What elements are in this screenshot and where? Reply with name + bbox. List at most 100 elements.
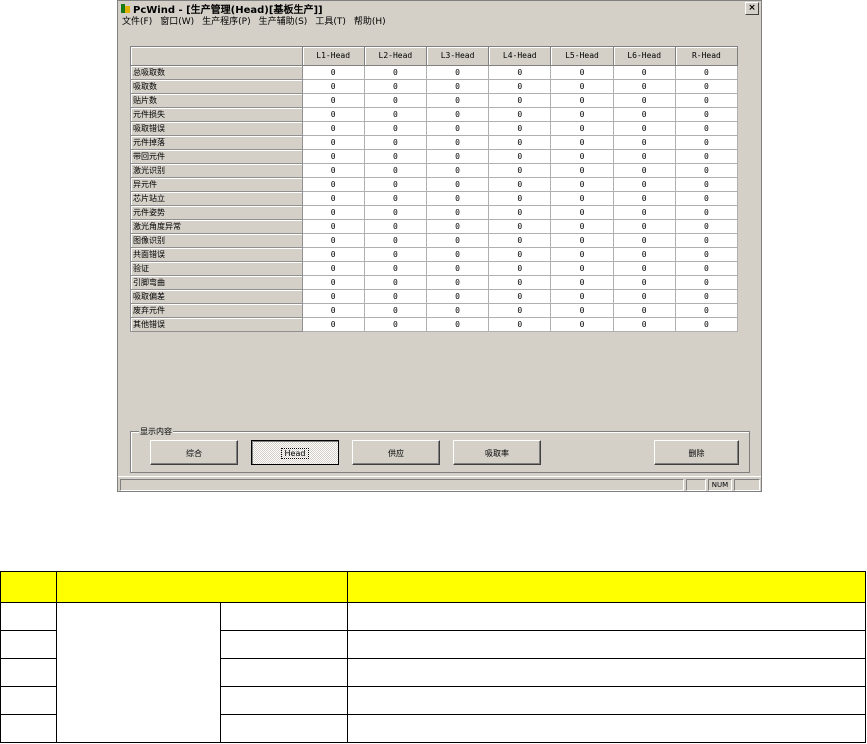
grid-cell[interactable]: 0 xyxy=(612,219,676,234)
grid-cell[interactable]: 0 xyxy=(488,177,552,192)
row-header[interactable]: 吸取偏差 xyxy=(130,289,303,304)
column-header-l3-head[interactable]: L3-Head xyxy=(425,46,490,66)
head-button[interactable]: Head xyxy=(251,440,339,465)
grid-row[interactable]: 贴片数 0 0 0 0 0 0 0 xyxy=(130,93,739,108)
grid-cell[interactable]: 0 xyxy=(612,191,676,206)
grid-cell[interactable]: 0 xyxy=(488,247,552,262)
menu-production-assist[interactable]: 生产辅助(S) xyxy=(255,16,312,29)
grid-cell[interactable]: 0 xyxy=(301,163,365,178)
grid-cell[interactable]: 0 xyxy=(550,121,614,136)
grid-cell[interactable]: 0 xyxy=(612,205,676,220)
grid-cell[interactable]: 0 xyxy=(550,205,614,220)
grid-cell[interactable]: 0 xyxy=(674,303,739,318)
grid-cell[interactable]: 0 xyxy=(674,163,739,178)
grid-cell[interactable]: 0 xyxy=(363,303,427,318)
grid-cell[interactable]: 0 xyxy=(301,65,365,80)
grid-cell[interactable]: 0 xyxy=(674,191,739,206)
column-header-l2-head[interactable]: L2-Head xyxy=(363,46,427,66)
grid-cell[interactable]: 0 xyxy=(612,107,676,122)
grid-cell[interactable]: 0 xyxy=(550,149,614,164)
grid-cell[interactable]: 0 xyxy=(550,289,614,304)
grid-cell[interactable]: 0 xyxy=(301,261,365,276)
grid-cell[interactable]: 0 xyxy=(363,275,427,290)
grid-cell[interactable]: 0 xyxy=(674,205,739,220)
grid-row[interactable]: 带回元件 0 0 0 0 0 0 0 xyxy=(130,149,739,164)
grid-cell[interactable]: 0 xyxy=(425,65,490,80)
grid-cell[interactable]: 0 xyxy=(674,261,739,276)
row-header[interactable]: 芯片站立 xyxy=(130,191,303,206)
grid-cell[interactable]: 0 xyxy=(550,163,614,178)
grid-cell[interactable]: 0 xyxy=(301,79,365,94)
grid-cell[interactable]: 0 xyxy=(488,289,552,304)
grid-cell[interactable]: 0 xyxy=(674,107,739,122)
grid-cell[interactable]: 0 xyxy=(488,219,552,234)
grid-row[interactable]: 总吸取数 0 0 0 0 0 0 0 xyxy=(130,65,739,80)
grid-cell[interactable]: 0 xyxy=(612,135,676,150)
grid-cell[interactable]: 0 xyxy=(674,177,739,192)
grid-cell[interactable]: 0 xyxy=(550,247,614,262)
column-header-l1-head[interactable]: L1-Head xyxy=(301,46,365,66)
grid-cell[interactable]: 0 xyxy=(488,107,552,122)
column-header-r-head[interactable]: R-Head xyxy=(674,46,739,66)
grid-cell[interactable]: 0 xyxy=(301,177,365,192)
grid-cell[interactable]: 0 xyxy=(363,233,427,248)
title-bar[interactable]: PcWind - [生产管理(Head)[基板生产]] × xyxy=(118,1,761,16)
grid-cell[interactable]: 0 xyxy=(612,275,676,290)
row-header[interactable]: 共面错误 xyxy=(130,247,303,262)
grid-row[interactable]: 异元件 0 0 0 0 0 0 0 xyxy=(130,177,739,192)
grid-cell[interactable]: 0 xyxy=(550,107,614,122)
column-header-l4-head[interactable]: L4-Head xyxy=(488,46,552,66)
menu-file[interactable]: 文件(F) xyxy=(118,16,156,29)
grid-cell[interactable]: 0 xyxy=(301,233,365,248)
grid-cell[interactable]: 0 xyxy=(301,247,365,262)
supply-button[interactable]: 供应 xyxy=(352,440,440,465)
grid-cell[interactable]: 0 xyxy=(488,163,552,178)
row-header[interactable]: 其他错误 xyxy=(130,317,303,332)
grid-row[interactable]: 共面错误 0 0 0 0 0 0 0 xyxy=(130,247,739,262)
grid-cell[interactable]: 0 xyxy=(363,149,427,164)
grid-cell[interactable]: 0 xyxy=(550,79,614,94)
grid-cell[interactable]: 0 xyxy=(425,261,490,276)
grid-cell[interactable]: 0 xyxy=(612,93,676,108)
summary-button[interactable]: 综合 xyxy=(150,440,238,465)
grid-cell[interactable]: 0 xyxy=(425,149,490,164)
grid-cell[interactable]: 0 xyxy=(674,219,739,234)
grid-cell[interactable]: 0 xyxy=(674,247,739,262)
grid-cell[interactable]: 0 xyxy=(550,219,614,234)
grid-cell[interactable]: 0 xyxy=(301,121,365,136)
menu-help[interactable]: 帮助(H) xyxy=(350,16,390,29)
grid-cell[interactable]: 0 xyxy=(425,107,490,122)
grid-cell[interactable]: 0 xyxy=(363,135,427,150)
grid-cell[interactable]: 0 xyxy=(363,121,427,136)
grid-cell[interactable]: 0 xyxy=(612,317,676,332)
grid-cell[interactable]: 0 xyxy=(301,275,365,290)
grid-cell[interactable]: 0 xyxy=(363,261,427,276)
row-header[interactable]: 元件姿势 xyxy=(130,205,303,220)
grid-cell[interactable]: 0 xyxy=(425,219,490,234)
grid-cell[interactable]: 0 xyxy=(488,317,552,332)
grid-cell[interactable]: 0 xyxy=(363,107,427,122)
grid-cell[interactable]: 0 xyxy=(612,79,676,94)
grid-cell[interactable]: 0 xyxy=(674,317,739,332)
grid-cell[interactable]: 0 xyxy=(363,289,427,304)
grid-cell[interactable]: 0 xyxy=(363,65,427,80)
grid-cell[interactable]: 0 xyxy=(550,233,614,248)
grid-cell[interactable]: 0 xyxy=(674,65,739,80)
grid-cell[interactable]: 0 xyxy=(425,233,490,248)
grid-cell[interactable]: 0 xyxy=(488,261,552,276)
grid-cell[interactable]: 0 xyxy=(488,233,552,248)
grid-row[interactable]: 激光角度异常 0 0 0 0 0 0 0 xyxy=(130,219,739,234)
row-header[interactable]: 图像识别 xyxy=(130,233,303,248)
grid-cell[interactable]: 0 xyxy=(425,93,490,108)
grid-row[interactable]: 废弃元件 0 0 0 0 0 0 0 xyxy=(130,303,739,318)
grid-cell[interactable]: 0 xyxy=(301,107,365,122)
grid-cell[interactable]: 0 xyxy=(488,205,552,220)
row-header[interactable]: 异元件 xyxy=(130,177,303,192)
grid-cell[interactable]: 0 xyxy=(301,205,365,220)
menu-tools[interactable]: 工具(T) xyxy=(311,16,350,29)
grid-row[interactable]: 激光识别 0 0 0 0 0 0 0 xyxy=(130,163,739,178)
grid-cell[interactable]: 0 xyxy=(363,163,427,178)
grid-row[interactable]: 吸取偏差 0 0 0 0 0 0 0 xyxy=(130,289,739,304)
row-header[interactable]: 总吸取数 xyxy=(130,65,303,80)
grid-cell[interactable]: 0 xyxy=(301,93,365,108)
